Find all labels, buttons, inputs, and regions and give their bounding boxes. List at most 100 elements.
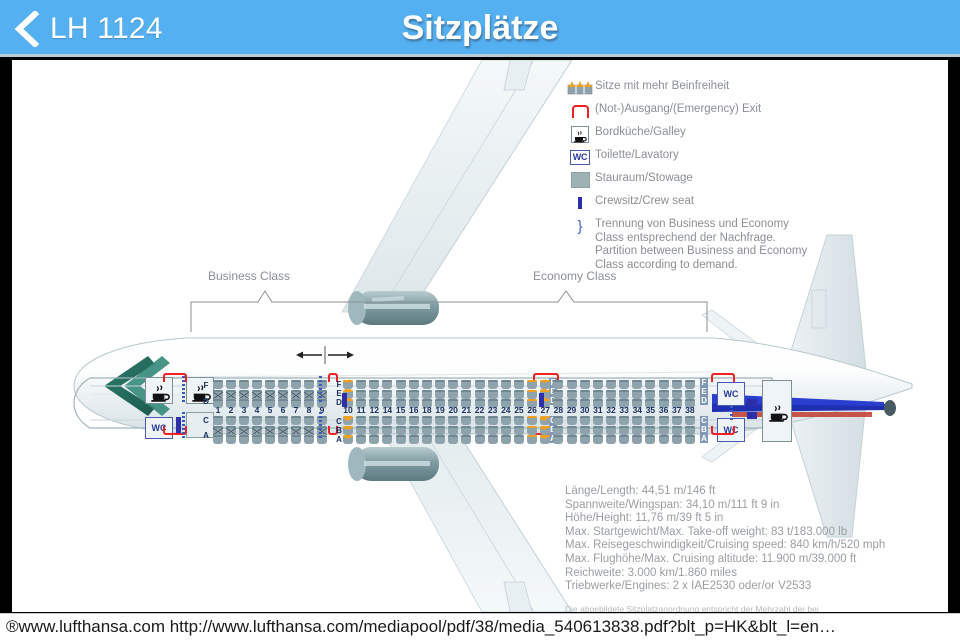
- seat-7A[interactable]: [291, 435, 301, 445]
- seat-4B-blocked[interactable]: [252, 425, 262, 435]
- seat-26A[interactable]: [527, 435, 538, 445]
- seat-4E-blocked[interactable]: [252, 389, 262, 399]
- seat-15E[interactable]: [395, 389, 406, 399]
- seat-3C[interactable]: [239, 416, 249, 425]
- seat-25E[interactable]: [513, 389, 524, 399]
- seat-29B[interactable]: [566, 425, 577, 435]
- seat-38A[interactable]: [684, 435, 695, 445]
- seat-26E[interactable]: [527, 389, 538, 399]
- seat-33E[interactable]: [619, 389, 630, 399]
- seat-3E-blocked[interactable]: [239, 389, 249, 399]
- seat-19A[interactable]: [435, 435, 446, 445]
- seat-20C[interactable]: [448, 416, 459, 425]
- seat-35E[interactable]: [645, 389, 656, 399]
- seat-29F[interactable]: [566, 380, 577, 389]
- seat-6B-blocked[interactable]: [278, 425, 288, 435]
- seat-30E[interactable]: [579, 389, 590, 399]
- seat-37A[interactable]: [671, 435, 682, 445]
- seat-8C[interactable]: [304, 416, 314, 425]
- seat-4A[interactable]: [252, 435, 262, 445]
- seat-8E-blocked[interactable]: [304, 389, 314, 399]
- seat-5F[interactable]: [265, 380, 275, 389]
- seat-21E[interactable]: [461, 389, 472, 399]
- seat-37F[interactable]: [671, 380, 682, 389]
- seat-29A[interactable]: [566, 435, 577, 445]
- seat-31E[interactable]: [592, 389, 603, 399]
- seat-24F[interactable]: [500, 380, 511, 389]
- seat-19B[interactable]: [435, 425, 446, 435]
- seat-1F[interactable]: [213, 380, 223, 389]
- seat-2C[interactable]: [226, 416, 236, 425]
- seat-19E[interactable]: [435, 389, 446, 399]
- seat-1A[interactable]: [213, 435, 223, 445]
- seat-15A[interactable]: [395, 435, 406, 445]
- seat-1C[interactable]: [213, 416, 223, 425]
- seat-1E-blocked[interactable]: [213, 389, 223, 399]
- seat-8B-blocked[interactable]: [304, 425, 314, 435]
- seat-30A[interactable]: [579, 435, 590, 445]
- seat-30C[interactable]: [579, 416, 590, 425]
- seat-28C[interactable]: [553, 416, 564, 425]
- seat-8F[interactable]: [304, 380, 314, 389]
- seat-11A[interactable]: [356, 435, 367, 445]
- seat-36B[interactable]: [658, 425, 669, 435]
- seat-26C[interactable]: [527, 416, 538, 425]
- seat-7C[interactable]: [291, 416, 301, 425]
- seat-35F[interactable]: [645, 380, 656, 389]
- seat-34E[interactable]: [632, 389, 643, 399]
- seat-12F[interactable]: [369, 380, 380, 389]
- seat-32F[interactable]: [606, 380, 616, 389]
- seat-24E[interactable]: [500, 389, 511, 399]
- seat-18C[interactable]: [421, 416, 432, 425]
- seat-34F[interactable]: [632, 380, 643, 389]
- seat-28B[interactable]: [553, 425, 564, 435]
- seat-33C[interactable]: [619, 416, 630, 425]
- seat-38E[interactable]: [684, 389, 695, 399]
- seat-16E[interactable]: [408, 389, 419, 399]
- seat-33A[interactable]: [619, 435, 630, 445]
- seat-12C[interactable]: [369, 416, 380, 425]
- seat-34C[interactable]: [632, 416, 643, 425]
- seat-31F[interactable]: [592, 380, 603, 389]
- seat-33F[interactable]: [619, 380, 630, 389]
- seat-24A[interactable]: [500, 435, 511, 445]
- seat-14A[interactable]: [382, 435, 393, 445]
- seat-11E[interactable]: [356, 389, 367, 399]
- seat-30B[interactable]: [579, 425, 590, 435]
- seat-12B[interactable]: [369, 425, 380, 435]
- seat-37C[interactable]: [671, 416, 682, 425]
- seat-28E[interactable]: [553, 389, 564, 399]
- seat-19F[interactable]: [435, 380, 446, 389]
- seat-22F[interactable]: [474, 380, 485, 389]
- seat-25A[interactable]: [513, 435, 524, 445]
- seat-36E[interactable]: [658, 389, 669, 399]
- seat-36F[interactable]: [658, 380, 669, 389]
- seat-32E[interactable]: [606, 389, 616, 399]
- seat-32C[interactable]: [606, 416, 616, 425]
- seat-23C[interactable]: [487, 416, 498, 425]
- seat-2B-blocked[interactable]: [226, 425, 236, 435]
- seat-38C[interactable]: [684, 416, 695, 425]
- seat-19C[interactable]: [435, 416, 446, 425]
- seat-7E-blocked[interactable]: [291, 389, 301, 399]
- seat-7F[interactable]: [291, 380, 301, 389]
- seat-35B[interactable]: [645, 425, 656, 435]
- seat-35A[interactable]: [645, 435, 656, 445]
- seat-21C[interactable]: [461, 416, 472, 425]
- seat-37E[interactable]: [671, 389, 682, 399]
- seat-12A[interactable]: [369, 435, 380, 445]
- seat-26B[interactable]: [527, 425, 538, 435]
- seat-29C[interactable]: [566, 416, 577, 425]
- seat-16F[interactable]: [408, 380, 419, 389]
- seat-16B[interactable]: [408, 425, 419, 435]
- seat-14E[interactable]: [382, 389, 393, 399]
- seat-34B[interactable]: [632, 425, 643, 435]
- url-bar[interactable]: ®www.lufthansa.com http://www.lufthansa.…: [0, 613, 960, 640]
- seat-23E[interactable]: [487, 389, 498, 399]
- seat-38F[interactable]: [684, 380, 695, 389]
- seat-22A[interactable]: [474, 435, 485, 445]
- seat-31C[interactable]: [592, 416, 603, 425]
- seat-29E[interactable]: [566, 389, 577, 399]
- seat-23A[interactable]: [487, 435, 498, 445]
- seat-24B[interactable]: [500, 425, 511, 435]
